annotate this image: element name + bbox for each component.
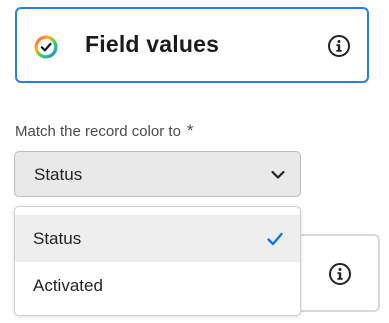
menu-item-label: Activated <box>33 275 103 295</box>
menu-item-label: Status <box>33 228 82 248</box>
card-title: Field values <box>85 31 220 57</box>
record-color-picker[interactable]: Status <box>14 151 301 197</box>
menu-item-activated[interactable]: Activated <box>15 262 300 309</box>
info-icon[interactable] <box>328 262 352 286</box>
color-wheel-icon <box>34 35 58 59</box>
info-icon[interactable] <box>327 34 351 58</box>
record-color-label: Match the record color to * <box>15 121 194 141</box>
checkmark-icon <box>267 232 283 246</box>
picker-value: Status <box>34 165 83 184</box>
picker-dropdown-menu: Status Activated <box>14 206 301 316</box>
menu-item-status[interactable]: Status <box>15 215 300 262</box>
required-indicator: * <box>186 121 194 140</box>
record-color-label-text: Match the record color to <box>15 123 181 140</box>
chevron-down-icon <box>271 170 285 179</box>
field-values-card[interactable]: Field values <box>15 7 369 83</box>
